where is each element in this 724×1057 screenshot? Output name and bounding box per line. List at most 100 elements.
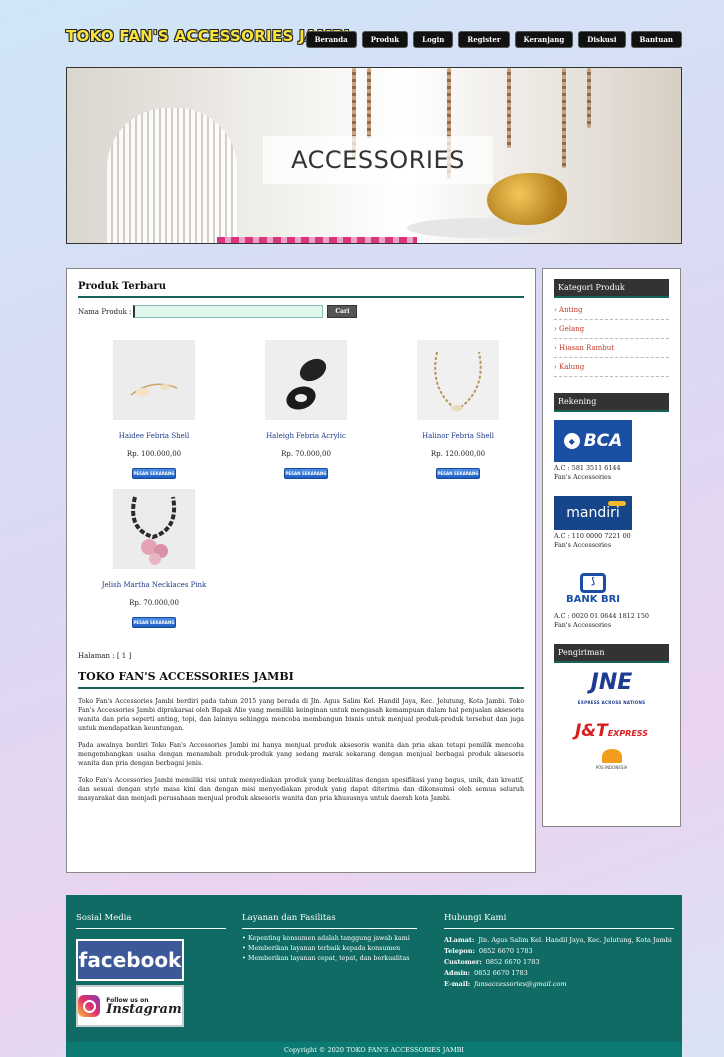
bri-logo-text: BANK BRI [565,593,620,605]
kategori-label[interactable]: Gelang [559,325,584,333]
nav-beranda[interactable]: Beranda [305,31,357,48]
footer: Sosial Media facebook Follow us on Insta… [66,895,682,1057]
main-content: Produk Terbaru Nama Produk : Cari Haidee… [66,268,536,873]
kategori-item-anting[interactable]: › Anting [554,301,669,320]
nav-login[interactable]: Login [413,31,454,48]
sidebar: Kategori Produk › Anting › Gelang › Hias… [542,268,681,827]
admin-label: Admin: [444,969,471,977]
product-name[interactable]: Haidee Febria Shell [119,432,190,440]
nav-register[interactable]: Register [458,31,510,48]
kategori-item-gelang[interactable]: › Gelang [554,320,669,339]
contact-email: E-mail: fansaccessories@gmail.com [444,979,674,990]
product-price: Rp. 70.000,00 [129,599,179,607]
footer-services: Layanan dan Fasilitas Kepenting konsumen… [242,913,417,965]
nav-produk[interactable]: Produk [361,31,409,48]
footer-contact-title: Hubungi Kami [444,913,674,929]
service-item: Memberikan layanan terbaik kepada konsum… [242,945,417,953]
pos-text: POS INDONESIA [595,765,628,770]
main-nav: Beranda Produk Login Register Keranjang … [305,31,682,48]
jne-logo: JNE EXPRESS ACROSS NATIONS [577,670,646,713]
order-button[interactable]: PESAN SEKARANG [132,617,176,628]
about-paragraph: Pada awalnya berdiri Toko Fan's Accessor… [78,742,524,767]
footer-services-title: Layanan dan Fasilitas [242,913,417,929]
kategori-label[interactable]: Anting [559,306,583,314]
about-paragraph: Toko Fan's Accessories Jambi berdiri pad… [78,698,524,732]
shell-chain-image[interactable] [417,340,499,420]
kategori-heading: Kategori Produk [554,279,669,298]
email-label: E-mail: [444,980,471,988]
alamat-label: ALamat: [444,936,475,944]
instagram-text: Follow us on Instagram [106,996,181,1016]
acrylic-earring-image[interactable] [265,340,347,420]
product-card: Halinor Febria Shell Rp. 120.000,00 PESA… [382,340,534,479]
contact-customer: Customer: 0852 6670 1783 [444,957,674,968]
email-value[interactable]: fansaccessories@gmail.com [474,980,566,988]
jt-suffix: EXPRESS [607,729,649,738]
search-row: Nama Produk : Cari [78,305,524,318]
pink-necklace-image[interactable] [113,489,195,569]
bank-account: A.C : 581 3511 6144 [554,464,621,472]
about-section: TOKO FAN'S ACCESSORIES JAMBI Toko Fan's … [78,670,524,803]
bank-bri: ⟆ BANK BRI A.C : 0020 01 0644 1812 150 Fa… [554,566,669,630]
gold-bird-decoration [487,173,567,225]
kategori-item-hiasan-rambut[interactable]: › Hiasan Rambut [554,339,669,358]
product-card: Haidee Febria Shell Rp. 100.000,00 PESAN… [78,340,230,479]
telepon-label: Telepon: [444,947,475,955]
service-item: Kepenting konsumen adalah tanggung jawab… [242,935,417,943]
jne-text: JNE [590,670,633,695]
order-button[interactable]: PESAN SEKARANG [284,468,328,479]
alamat-value: Jln. Agus Salim Kel. Handil Jaya, Kec. J… [478,936,672,944]
jt-logo: J&TEXPRESS [575,721,648,741]
kategori-label[interactable]: Kalung [559,363,584,371]
admin-value: 0852 6670 1783 [474,969,528,977]
bead-strand [587,68,591,128]
product-name[interactable]: Halinor Febria Shell [422,432,494,440]
customer-value: 0852 6670 1783 [485,958,540,966]
hero-banner: ACCESSORIES [66,67,682,244]
instagram-label: Instagram [106,1002,182,1017]
nav-diskusi[interactable]: Diskusi [578,31,626,48]
bank-owner: Fan's Accessories [554,541,612,549]
order-button[interactable]: PESAN SEKARANG [132,468,176,479]
bca-logo: ◆ BCA [554,420,632,462]
kategori-label[interactable]: Hiasan Rambut [559,344,614,352]
facebook-link[interactable]: facebook [76,939,184,981]
instagram-link[interactable]: Follow us on Instagram [76,985,184,1027]
bca-logo-text: BCA [583,430,623,451]
bead-strand [367,68,371,138]
shell-necklace-image[interactable] [113,340,195,420]
bri-mark-icon: ⟆ [580,572,606,593]
product-card: Haleigh Febria Acrylic Rp. 70.000,00 PES… [230,340,382,479]
nav-bantuan[interactable]: Bantuan [630,31,682,48]
kategori-item-kalung[interactable]: › Kalung [554,358,669,377]
product-price: Rp. 70.000,00 [281,450,331,458]
product-name[interactable]: Jelish Martha Necklaces Pink [102,581,207,589]
order-button[interactable]: PESAN SEKARANG [436,468,480,479]
services-list: Kepenting konsumen adalah tanggung jawab… [242,935,417,963]
instagram-icon [78,995,101,1017]
bank-owner: Fan's Accessories [554,621,612,629]
about-paragraph: Toko Fan's Accessories Jambi memiliki vi… [78,777,524,802]
pagination[interactable]: Halaman : [ 1 ] [78,652,524,660]
jt-text: J&T [574,721,608,741]
nav-keranjang[interactable]: Keranjang [514,31,574,48]
bank-account: A.C : 110 0000 7221 00 [554,532,631,540]
bank-mandiri: mandiri A.C : 110 0000 7221 00 Fan's Acc… [554,496,669,550]
search-input[interactable] [133,305,324,318]
bead-strand [562,68,566,168]
pos-logo: POS INDONESIA [595,749,628,770]
search-label: Nama Produk : [78,307,132,316]
copyright: Copyright © 2020 TOKO FAN'S ACCESSORIES … [66,1042,682,1057]
courier-list: JNE EXPRESS ACROSS NATIONS J&TEXPRESS POS… [554,670,669,771]
bank-bca: ◆ BCA A.C : 581 3511 6144 Fan's Accessori… [554,420,669,482]
jne-tagline: EXPRESS ACROSS NATIONS [577,700,646,705]
product-price: Rp. 100.000,00 [126,450,182,458]
pengiriman-heading: Pengiriman [554,644,669,663]
search-button[interactable]: Cari [327,305,358,318]
rekening-heading: Rekening [554,393,669,412]
footer-social-title: Sosial Media [76,913,226,929]
bca-mark-icon: ◆ [563,433,580,449]
product-name[interactable]: Haleigh Febria Acrylic [266,432,346,440]
banner-title: ACCESSORIES [263,136,493,184]
bri-logo: ⟆ BANK BRI [554,566,632,610]
